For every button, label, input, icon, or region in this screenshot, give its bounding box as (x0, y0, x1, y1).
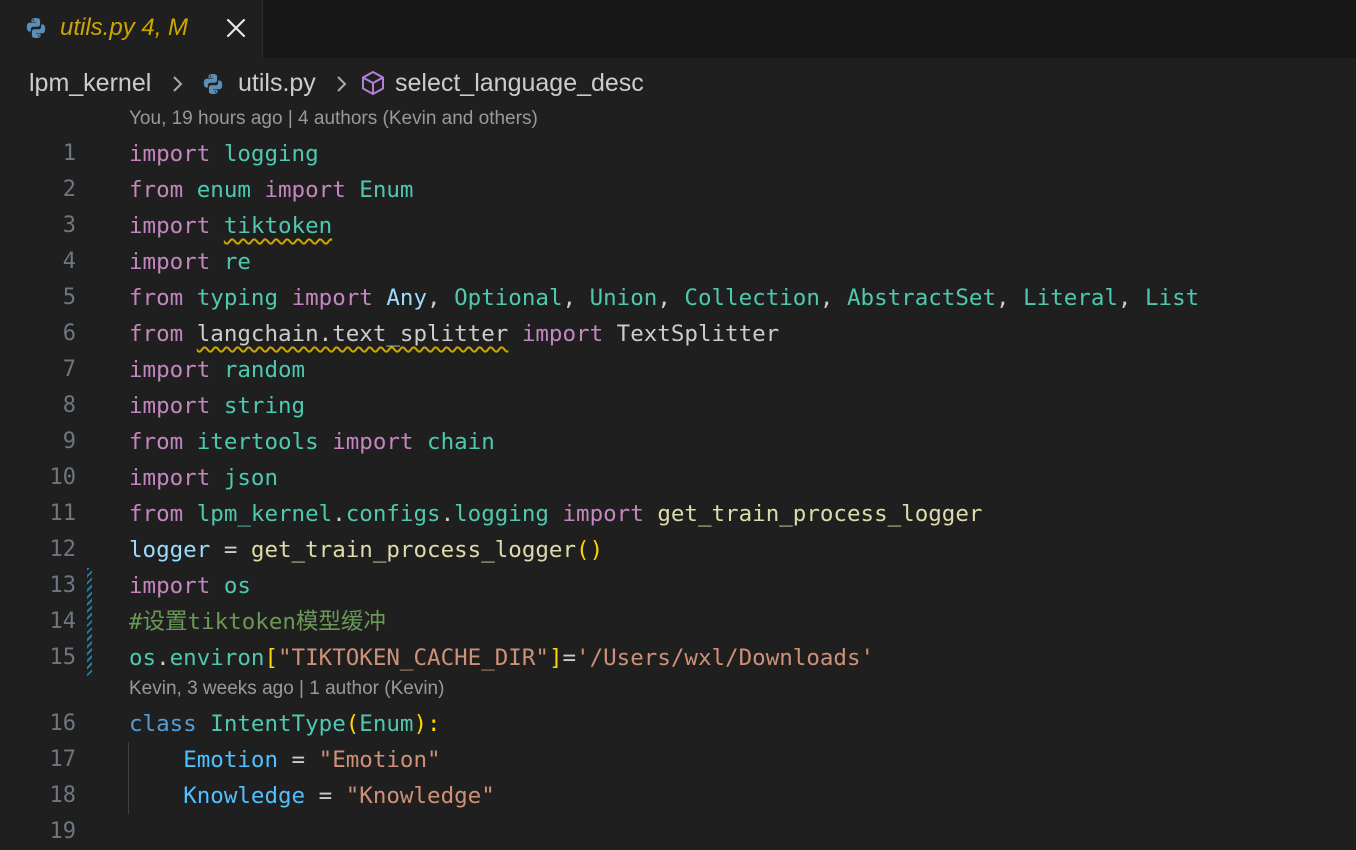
line-number: 8 (62, 393, 76, 418)
line-number: 1 (62, 141, 76, 166)
warning-squiggle: langchain.text_splitter (196, 321, 509, 347)
code-text: #设置tiktoken模型缓冲 (129, 604, 386, 640)
line-number: 5 (62, 285, 76, 310)
line-number: 18 (49, 783, 77, 808)
line-number: 19 (49, 819, 77, 844)
code-line: 18 Knowledge = "Knowledge" (0, 778, 1356, 814)
code-line: 13 import os (0, 568, 1356, 604)
line-number: 10 (49, 465, 77, 490)
breadcrumb-folder[interactable]: lpm_kernel (29, 69, 151, 98)
line-number: 16 (49, 711, 77, 736)
breadcrumb: lpm_kernel utils.py select_language_desc (0, 58, 1356, 110)
line-number: 7 (62, 357, 76, 382)
code-text: from lpm_kernel.configs.logging import g… (129, 501, 983, 527)
code-line: 11 from lpm_kernel.configs.logging impor… (0, 496, 1356, 532)
tab-utils-py[interactable]: utils.py 4, M (0, 0, 263, 58)
line-number: 6 (62, 321, 76, 346)
warning-squiggle: tiktoken (223, 213, 333, 239)
codelens-blame-top[interactable]: You, 19 hours ago | 4 authors (Kevin and… (129, 108, 538, 130)
code-line: 15 os.environ["TIKTOKEN_CACHE_DIR"]='/Us… (0, 640, 1356, 676)
line-number: 11 (49, 501, 77, 526)
close-icon[interactable] (223, 15, 249, 41)
line-number: 14 (49, 609, 77, 634)
code-line: 14 #设置tiktoken模型缓冲 (0, 604, 1356, 640)
line-number: 17 (49, 747, 77, 772)
code-line: 12 logger = get_train_process_logger() (0, 532, 1356, 568)
chevron-right-icon (337, 76, 347, 92)
tab-filename: utils.py (60, 14, 135, 41)
line-number: 9 (62, 429, 76, 454)
code-line: 1 import logging (0, 136, 1356, 172)
code-comment: #设置tiktoken模型缓冲 (129, 609, 386, 635)
code-line: 8 import string (0, 388, 1356, 424)
line-number: 12 (49, 537, 77, 562)
tab-status-badge: 4, M (141, 14, 189, 41)
line-number: 13 (49, 573, 77, 598)
code-line: 19 (0, 814, 1356, 850)
breadcrumb-symbol[interactable]: select_language_desc (395, 69, 644, 98)
code-line: 3 import tiktoken (0, 208, 1356, 244)
code-line: 17 Emotion = "Emotion" (0, 742, 1356, 778)
codelens-blame-class[interactable]: Kevin, 3 weeks ago | 1 author (Kevin) (129, 678, 444, 700)
code-text: import json (129, 465, 279, 491)
editor-tab-bar: utils.py 4, M (0, 0, 1356, 59)
code-text: import string (129, 393, 306, 419)
code-text: import random (129, 357, 306, 383)
breadcrumb-file[interactable]: utils.py (238, 69, 316, 98)
code-line: 16 class IntentType(Enum): (0, 706, 1356, 742)
line-number: 15 (49, 645, 77, 670)
code-text: Knowledge = "Knowledge" (183, 783, 495, 809)
code-line: 9 from itertools import chain (0, 424, 1356, 460)
code-line: 10 import json (0, 460, 1356, 496)
symbol-method-icon (362, 71, 384, 95)
code-text: import os (129, 573, 251, 599)
code-text: import logging (129, 141, 319, 167)
code-line: 5 from typing import Any, Optional, Unio… (0, 280, 1356, 316)
line-number: 3 (62, 213, 76, 238)
code-text: import tiktoken (129, 213, 333, 239)
code-text: from itertools import chain (129, 429, 495, 455)
code-line: 2 from enum import Enum (0, 172, 1356, 208)
code-line: 6 from langchain.text_splitter import Te… (0, 316, 1356, 352)
python-icon (203, 74, 223, 94)
code-text: logger = get_train_process_logger() (129, 537, 604, 563)
line-number: 4 (62, 249, 76, 274)
code-text: Emotion = "Emotion" (183, 747, 441, 773)
line-number: 2 (62, 177, 76, 202)
code-line: 7 import random (0, 352, 1356, 388)
code-text: os.environ["TIKTOKEN_CACHE_DIR"]='/Users… (129, 645, 875, 671)
code-text: from langchain.text_splitter import Text… (129, 321, 780, 347)
code-line: 4 import re (0, 244, 1356, 280)
code-text: import re (129, 249, 251, 275)
python-icon (26, 18, 46, 38)
chevron-right-icon (173, 76, 183, 92)
tab-label: utils.py 4, M (60, 14, 188, 42)
code-text: class IntentType(Enum): (129, 711, 441, 737)
code-text: from enum import Enum (129, 177, 414, 203)
code-text: from typing import Any, Optional, Union,… (129, 285, 1200, 311)
